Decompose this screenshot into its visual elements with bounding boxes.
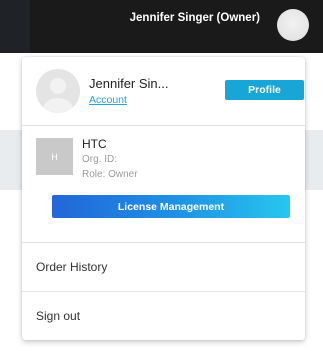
top-bar: Jennifer Singer (Owner) — [30, 0, 323, 53]
header-user-name[interactable]: Jennifer Singer (Owner) — [130, 12, 260, 24]
avatar-icon[interactable] — [277, 9, 309, 41]
profile-button[interactable]: Profile — [225, 80, 304, 100]
background-panel-right — [305, 130, 323, 190]
user-silhouette-icon — [36, 69, 80, 113]
org-role: Role: Owner — [82, 169, 138, 180]
menu-item-label: Order History — [36, 260, 108, 274]
org-name: HTC — [82, 137, 107, 151]
menu-item-sign-out[interactable]: Sign out — [22, 292, 305, 340]
account-link[interactable]: Account — [89, 94, 127, 106]
user-name: Jennifer Sin... — [89, 76, 169, 91]
divider — [22, 125, 305, 126]
org-logo-text: H — [51, 151, 58, 162]
menu-item-order-history[interactable]: Order History — [22, 243, 305, 291]
sidebar-top — [0, 0, 30, 53]
org-logo: H — [36, 138, 73, 175]
org-id: Org. ID: — [82, 154, 118, 165]
menu-item-label: Sign out — [36, 309, 81, 323]
account-dropdown: Jennifer Sin... Account Profile H HTC Or… — [22, 57, 305, 340]
license-management-button[interactable]: License Management — [52, 195, 290, 218]
